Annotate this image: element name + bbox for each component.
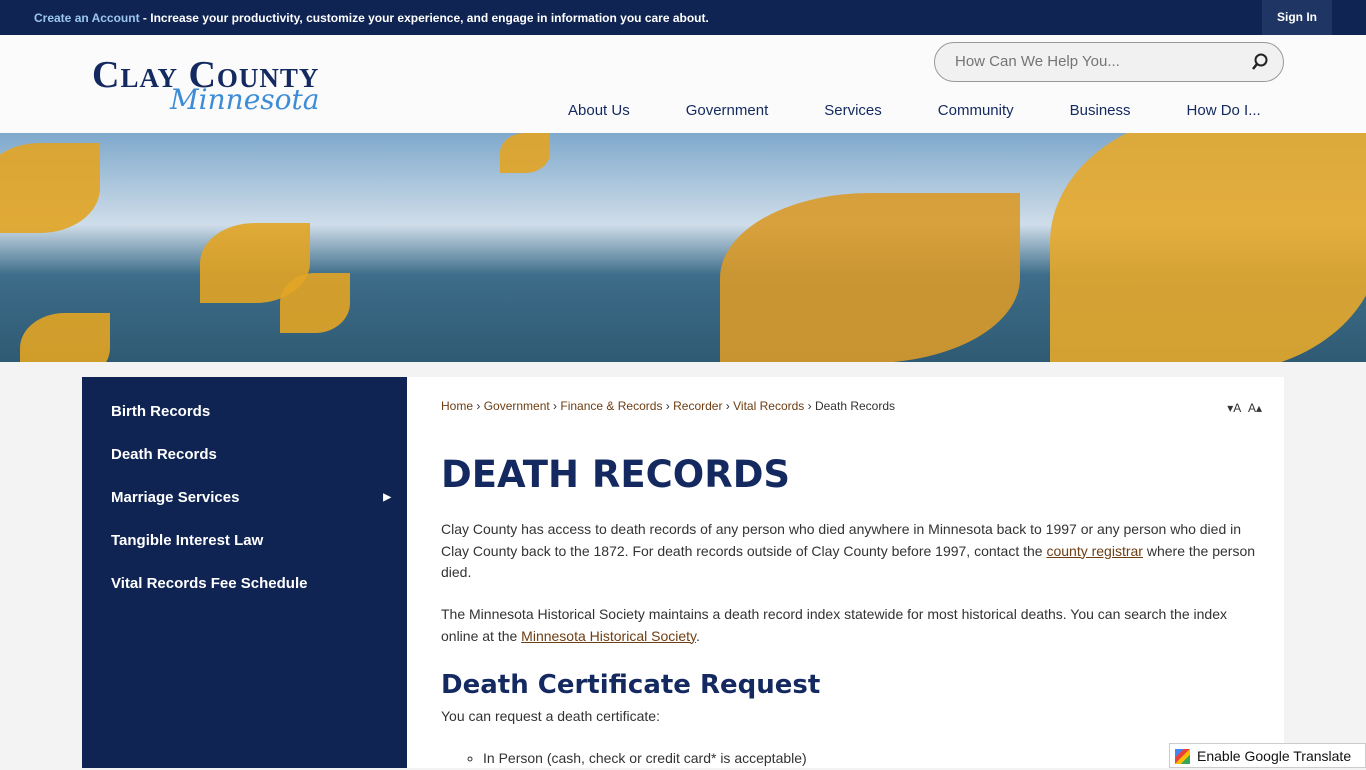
- account-message: Create an Account - Increase your produc…: [34, 11, 709, 25]
- google-translate-button[interactable]: Enable Google Translate: [1169, 743, 1366, 768]
- search-icon[interactable]: [1251, 53, 1269, 71]
- breadcrumb-current: Death Records: [814, 399, 896, 413]
- nav-how-do-i[interactable]: How Do I...: [1159, 102, 1289, 119]
- leaf: [280, 273, 350, 333]
- leaf: [0, 143, 100, 233]
- nav-community[interactable]: Community: [910, 102, 1042, 119]
- hero-banner: [0, 133, 1366, 362]
- sidebar-item-fee-schedule[interactable]: Vital Records Fee Schedule: [82, 562, 407, 605]
- breadcrumb: Home › Government › Finance & Records › …: [441, 399, 896, 413]
- translate-label: Enable Google Translate: [1197, 748, 1352, 764]
- arrow-right-icon[interactable]: ▶: [383, 476, 391, 519]
- breadcrumb-vital-records[interactable]: Vital Records: [733, 399, 804, 413]
- header: Clay County Minnesota About Us Governmen…: [0, 35, 1366, 133]
- section-heading: Death Certificate Request: [441, 670, 821, 700]
- sidebar-item-tangible-interest-law[interactable]: Tangible Interest Law: [82, 519, 407, 562]
- leaf: [1050, 133, 1366, 362]
- sidebar-item-death-records[interactable]: Death Records: [82, 433, 407, 476]
- nav-business[interactable]: Business: [1042, 102, 1159, 119]
- breadcrumb-finance[interactable]: Finance & Records: [560, 399, 662, 413]
- intro-paragraph: Clay County has access to death records …: [441, 519, 1261, 584]
- sidebar-item-marriage-services[interactable]: Marriage Services ▶: [82, 476, 407, 519]
- breadcrumb-government[interactable]: Government: [484, 399, 550, 413]
- leaf: [20, 313, 110, 362]
- google-translate-icon: [1175, 749, 1190, 764]
- create-account-link[interactable]: Create an Account: [34, 11, 140, 25]
- sidebar: Birth Records Death Records Marriage Ser…: [82, 377, 407, 768]
- leaf: [720, 193, 1020, 362]
- top-bar: Create an Account - Increase your produc…: [0, 0, 1366, 35]
- nav-government[interactable]: Government: [658, 102, 797, 119]
- sidebar-item-label: Marriage Services: [111, 489, 240, 506]
- historical-society-link[interactable]: Minnesota Historical Society: [521, 628, 696, 644]
- historical-paragraph: The Minnesota Historical Society maintai…: [441, 604, 1261, 647]
- text: .: [695, 627, 700, 644]
- page-title: DEATH RECORDS: [441, 453, 791, 496]
- breadcrumb-home[interactable]: Home: [441, 399, 473, 413]
- main-content: Home › Government › Finance & Records › …: [407, 377, 1284, 768]
- increase-font-button[interactable]: A▴: [1248, 401, 1262, 415]
- county-registrar-link[interactable]: county registrar: [1046, 543, 1142, 559]
- account-message-text: - Increase your productivity, customize …: [139, 11, 709, 25]
- leaf: [500, 133, 550, 173]
- sign-in-button[interactable]: Sign In: [1262, 0, 1332, 35]
- logo[interactable]: Clay County Minnesota: [92, 53, 319, 116]
- search-input[interactable]: [955, 53, 1235, 70]
- logo-subtitle: Minnesota: [170, 83, 320, 116]
- search-box: [934, 42, 1284, 82]
- breadcrumb-recorder[interactable]: Recorder: [673, 399, 722, 413]
- nav-services[interactable]: Services: [796, 102, 910, 119]
- nav-about-us[interactable]: About Us: [540, 102, 658, 119]
- sidebar-item-birth-records[interactable]: Birth Records: [82, 390, 407, 433]
- font-size-controls: ▾A A▴: [1227, 401, 1262, 415]
- request-paragraph: You can request a death certificate:: [441, 708, 660, 724]
- decrease-font-button[interactable]: ▾A: [1227, 401, 1241, 415]
- main-nav: About Us Government Services Community B…: [540, 102, 1289, 119]
